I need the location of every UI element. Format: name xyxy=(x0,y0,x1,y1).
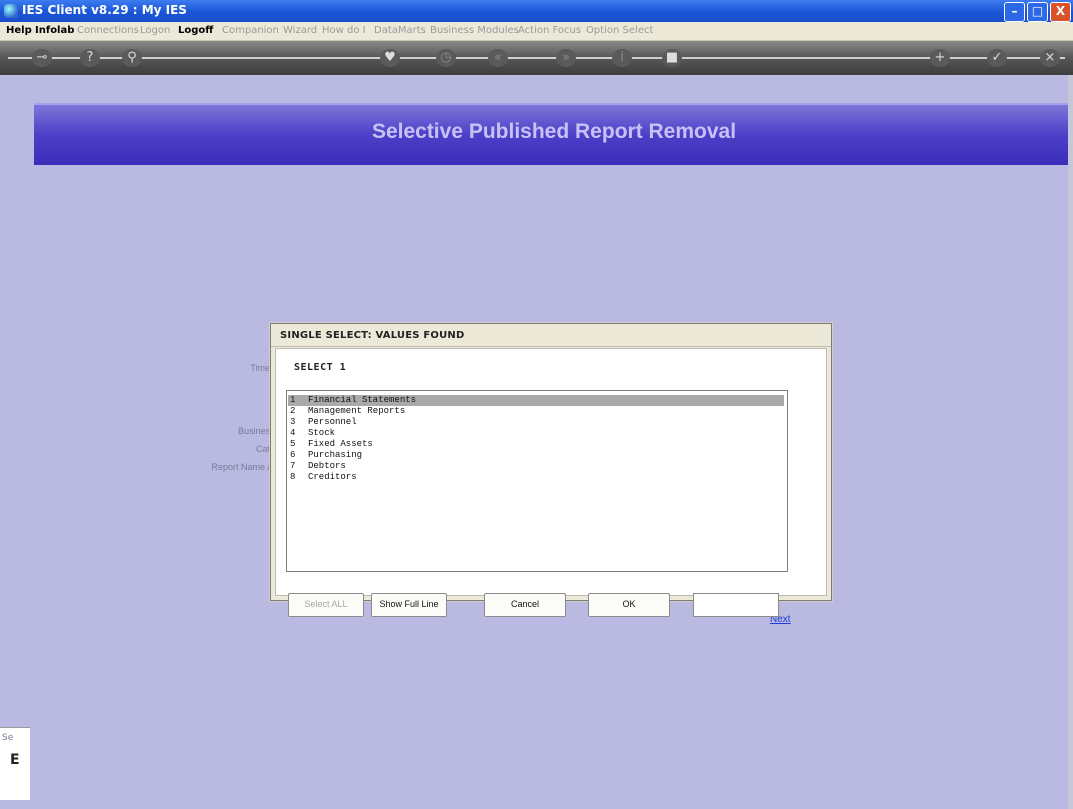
menu-connections[interactable]: Connections xyxy=(77,25,139,36)
menu-infolab[interactable]: Infolab xyxy=(35,25,74,36)
list-item-number: 1 xyxy=(290,395,296,405)
time-label: Time xyxy=(250,363,270,373)
info-icon[interactable]: i xyxy=(612,49,632,67)
menu-wizard[interactable]: Wizard xyxy=(283,25,317,36)
title-bar: IES Client v8.29 : My IES – □ X xyxy=(0,0,1073,22)
help-icon[interactable]: ? xyxy=(80,49,100,67)
list-item-number: 7 xyxy=(290,461,296,471)
list-item-label: Financial Statements xyxy=(308,395,417,405)
show-full-line-button[interactable]: Show Full Line xyxy=(371,593,447,617)
bottom-stub-label: Se xyxy=(2,733,14,743)
list-item[interactable]: 1 Financial Statements xyxy=(288,395,784,406)
list-item-label: Personnel xyxy=(308,417,357,427)
close-icon[interactable]: × xyxy=(1040,49,1060,67)
values-listbox[interactable]: 1 Financial Statements 2 Management Repo… xyxy=(286,390,788,572)
maximize-button[interactable]: □ xyxy=(1027,2,1048,22)
menu-business-modules[interactable]: Business Modules xyxy=(430,25,519,36)
menu-logoff[interactable]: Logoff xyxy=(178,25,213,36)
toolbar-divider xyxy=(8,57,1065,59)
report-name-label: Report Name / xyxy=(211,462,270,472)
heart-icon[interactable]: ♥ xyxy=(380,49,400,67)
list-item[interactable]: 6 Purchasing xyxy=(288,450,784,461)
search-input[interactable] xyxy=(693,593,779,617)
rewind-icon[interactable]: « xyxy=(488,49,508,67)
select-caption: SELECT 1 xyxy=(294,362,347,373)
list-item-label: Fixed Assets xyxy=(308,439,373,449)
ok-button[interactable]: OK xyxy=(588,593,670,617)
menu-datamarts[interactable]: DataMarts xyxy=(374,25,426,36)
list-item[interactable]: 7 Debtors xyxy=(288,461,784,472)
bottom-stub-letter: E xyxy=(10,752,20,768)
list-item-label: Debtors xyxy=(308,461,346,471)
menu-action-focus[interactable]: Action Focus xyxy=(518,25,581,36)
vertical-scrollbar[interactable] xyxy=(1068,75,1073,809)
category-label: Cat xyxy=(255,444,270,454)
list-item-label: Purchasing xyxy=(308,450,363,460)
select-all-button[interactable]: Select ALL xyxy=(288,593,364,617)
single-select-dialog: SINGLE SELECT: VALUES FOUND SELECT 1 1 F… xyxy=(270,323,832,617)
search-icon[interactable]: ⚲ xyxy=(122,49,142,67)
dialog-body: SELECT 1 1 Financial Statements 2 Manage… xyxy=(275,348,827,617)
list-item-number: 2 xyxy=(290,406,296,416)
list-item-number: 6 xyxy=(290,450,296,460)
menu-bar: Help Infolab Connections Logon Logoff Co… xyxy=(0,22,1073,41)
stop-icon[interactable]: ■ xyxy=(662,49,682,67)
dialog-title: SINGLE SELECT: VALUES FOUND xyxy=(280,330,465,341)
dialog-title-bar: SINGLE SELECT: VALUES FOUND xyxy=(271,324,831,347)
window-title: IES Client v8.29 : My IES xyxy=(22,3,187,17)
list-item[interactable]: 2 Management Reports xyxy=(288,406,784,417)
close-button[interactable]: X xyxy=(1050,2,1071,22)
list-item[interactable]: 3 Personnel xyxy=(288,417,784,428)
list-item-number: 3 xyxy=(290,417,296,427)
toolbar: ⊸ ? ⚲ ♥ ◷ « » i ■ + ✓ × xyxy=(0,41,1073,75)
minimize-button[interactable]: – xyxy=(1004,2,1025,22)
page-banner: Selective Published Report Removal xyxy=(34,103,1073,165)
list-item-label: Management Reports xyxy=(308,406,406,416)
menu-how-do-i[interactable]: How do I xyxy=(322,25,366,36)
app-icon xyxy=(4,4,18,18)
clock-icon[interactable]: ◷ xyxy=(436,49,456,67)
list-item-number: 4 xyxy=(290,428,296,438)
list-item-number: 5 xyxy=(290,439,296,449)
page-title: Selective Published Report Removal xyxy=(371,120,737,143)
key-icon[interactable]: ⊸ xyxy=(32,49,52,67)
forward-icon[interactable]: » xyxy=(556,49,576,67)
list-item[interactable]: 4 Stock xyxy=(288,428,784,439)
list-item-number: 8 xyxy=(290,472,296,482)
check-icon[interactable]: ✓ xyxy=(987,49,1007,67)
list-item[interactable]: 8 Creditors xyxy=(288,472,784,483)
list-item[interactable]: 5 Fixed Assets xyxy=(288,439,784,450)
plus-icon[interactable]: + xyxy=(930,49,950,67)
menu-help[interactable]: Help xyxy=(6,25,32,36)
menu-companion[interactable]: Companion xyxy=(222,25,279,36)
menu-option-select[interactable]: Option Select xyxy=(586,25,653,36)
list-item-label: Stock xyxy=(308,428,336,438)
list-item-label: Creditors xyxy=(308,472,357,482)
business-label: Busines xyxy=(237,426,270,436)
cancel-button[interactable]: Cancel xyxy=(484,593,566,617)
menu-logon[interactable]: Logon xyxy=(140,25,170,36)
